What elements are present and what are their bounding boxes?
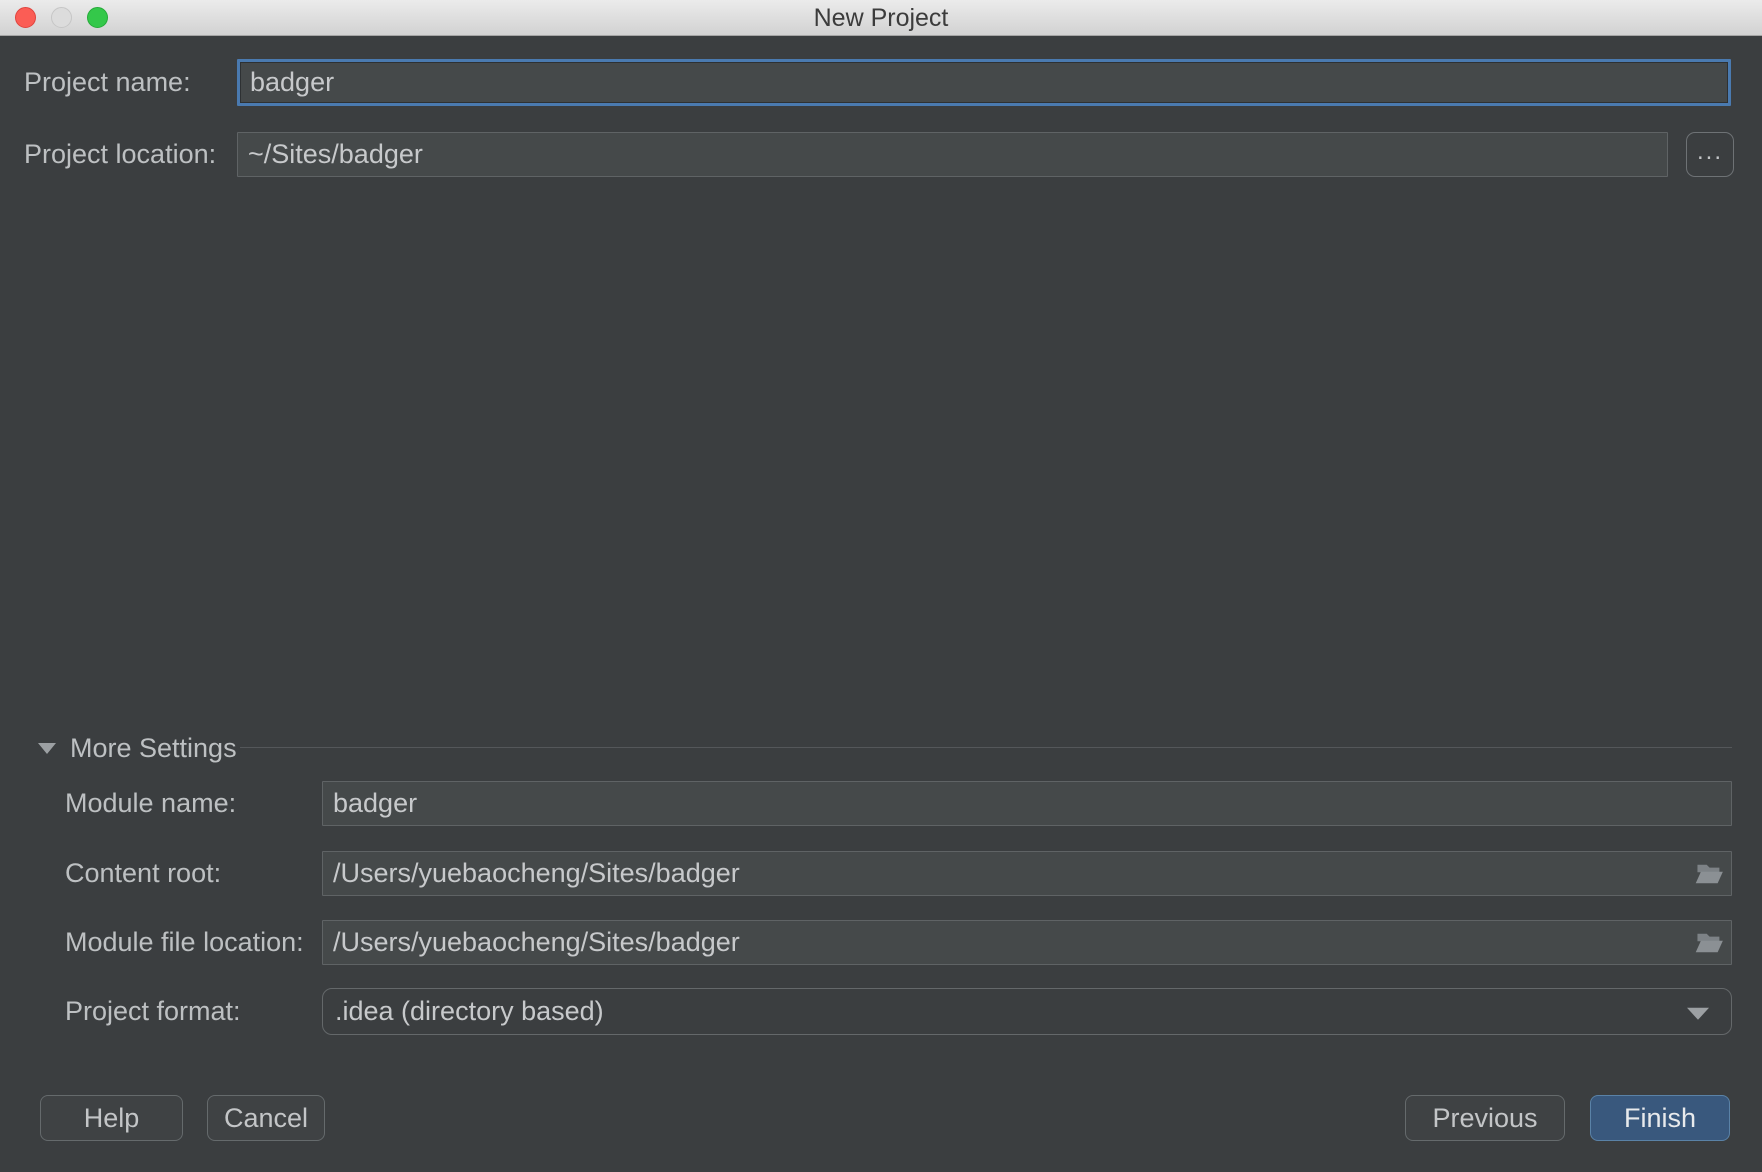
folder-open-icon[interactable] [1694,930,1724,956]
previous-button[interactable]: Previous [1405,1095,1565,1141]
project-name-label: Project name: [24,67,237,98]
chevron-down-icon [1687,1007,1709,1019]
project-format-select[interactable]: .idea (directory based) [322,988,1732,1035]
window-title: New Project [0,0,1762,36]
project-name-row: Project name: [24,59,1731,106]
project-name-input[interactable] [237,59,1731,106]
browse-button[interactable]: ... [1686,132,1734,177]
content-root-input[interactable] [322,851,1732,896]
project-format-value: .idea (directory based) [335,996,604,1027]
module-file-location-row: Module file location: [65,920,1732,965]
more-settings-divider [240,747,1732,748]
module-name-input[interactable] [322,781,1732,826]
finish-button[interactable]: Finish [1590,1095,1730,1141]
module-file-location-label: Module file location: [65,927,322,958]
folder-open-icon[interactable] [1694,861,1724,887]
project-location-row: Project location: [24,132,1668,177]
content-root-label: Content root: [65,858,322,889]
module-name-label: Module name: [65,788,322,819]
project-format-label: Project format: [65,996,322,1027]
module-file-location-input[interactable] [322,920,1732,965]
project-format-row: Project format: .idea (directory based) [65,988,1732,1035]
content-root-row: Content root: [65,851,1732,896]
triangle-down-icon [38,743,56,754]
help-button[interactable]: Help [40,1095,183,1141]
more-settings-toggle[interactable]: More Settings [38,733,237,763]
cancel-button[interactable]: Cancel [207,1095,325,1141]
module-name-row: Module name: [65,781,1732,826]
project-location-label: Project location: [24,139,237,170]
project-location-input[interactable] [237,132,1668,177]
more-settings-label: More Settings [70,733,237,764]
titlebar: New Project [0,0,1762,36]
